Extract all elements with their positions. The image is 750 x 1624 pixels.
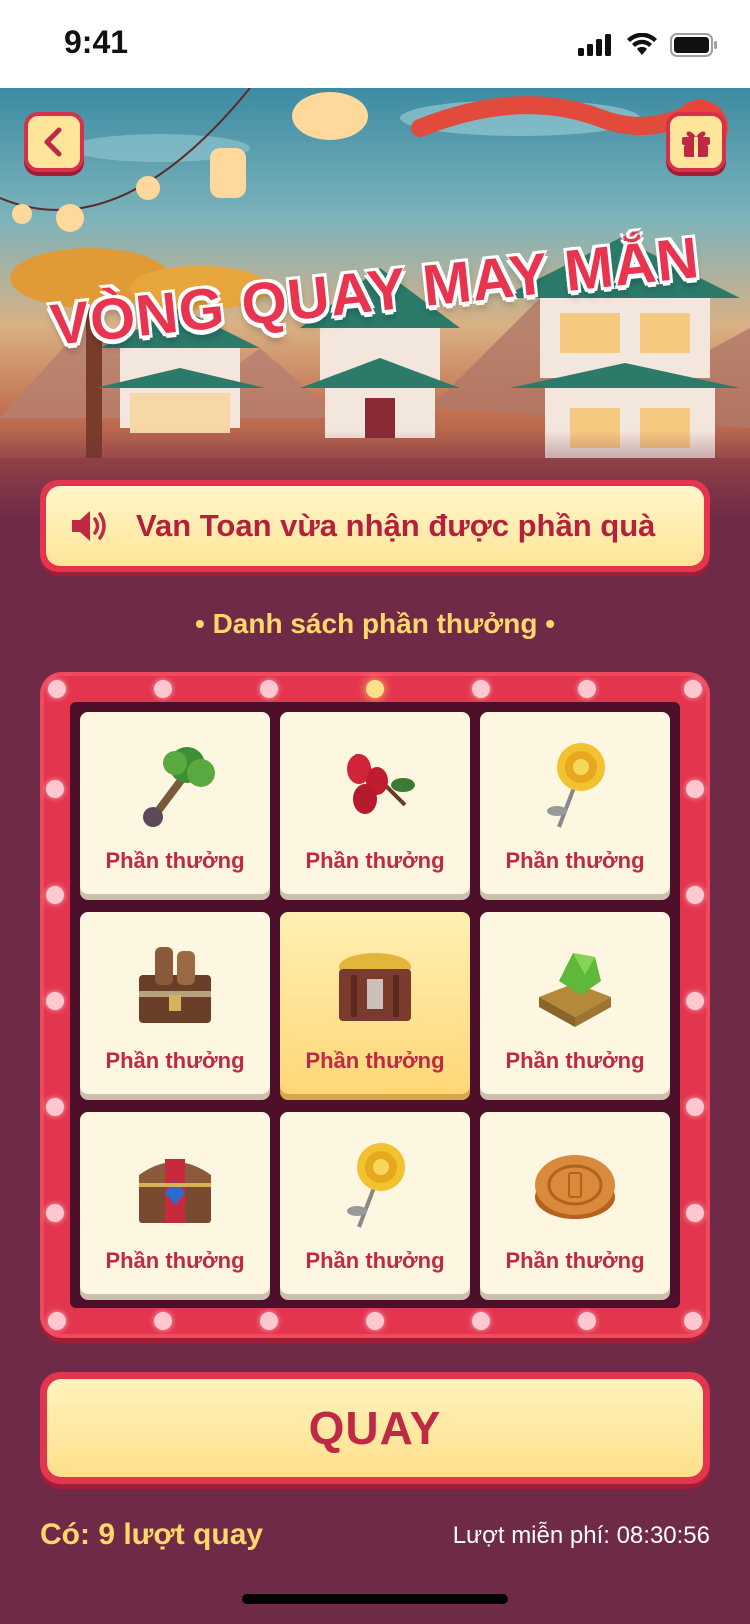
board-bulb	[684, 1312, 702, 1330]
prize-list-title: • Danh sách phần thưởng •	[194, 608, 556, 639]
prize-cell[interactable]: Phần thưởng	[280, 712, 470, 894]
prize-label: Phần thưởng	[105, 1048, 245, 1073]
board-bulb	[578, 1312, 596, 1330]
board-bulb	[366, 1312, 384, 1330]
board-bulb	[48, 680, 66, 698]
hero-banner: VÒNG QUAY MAY MẮN	[0, 88, 750, 520]
gift-button[interactable]	[666, 112, 726, 172]
board-bulb	[686, 1098, 704, 1116]
prize-board: Phần thưởng Phần thưởng Phần thưởng Phần…	[40, 672, 710, 1338]
spin-button[interactable]: QUAY	[40, 1372, 710, 1484]
gift-icon	[682, 131, 710, 157]
turns-count: Có: 9 lượt quay	[40, 1518, 264, 1551]
prize-label: Phần thưởng	[305, 848, 445, 873]
board-bulb	[366, 680, 384, 698]
home-indicator	[242, 1594, 508, 1604]
gold-flower-icon	[547, 743, 605, 828]
status-icons	[578, 30, 718, 60]
mooncake-icon	[535, 1155, 615, 1219]
jade-stone-icon	[539, 953, 611, 1027]
board-bulb	[46, 992, 64, 1010]
board-bulb	[260, 1312, 278, 1330]
gold-flower-icon	[347, 1143, 405, 1228]
berries-icon	[347, 753, 415, 814]
prize-label: Phần thưởng	[105, 1248, 245, 1273]
prize-label: Phần thưởng	[505, 1248, 645, 1273]
status-bar: 9:41	[0, 0, 750, 88]
board-bulb	[46, 1204, 64, 1222]
announcement-text: Van Toan vừa nhận được phần quà	[136, 508, 656, 543]
board-bulb	[260, 680, 278, 698]
prize-cell-active[interactable]: Phần thưởng	[280, 912, 470, 1094]
board-bulb	[686, 886, 704, 904]
chevron-left-icon	[44, 127, 62, 157]
prize-cell[interactable]: Phần thưởng	[480, 1112, 670, 1294]
board-bulb	[684, 680, 702, 698]
prize-cell[interactable]: Phần thưởng	[480, 712, 670, 894]
board-bulb	[472, 680, 490, 698]
prize-grid-frame: Phần thưởng Phần thưởng Phần thưởng Phần…	[70, 702, 680, 1308]
back-button[interactable]	[24, 112, 84, 172]
battery-icon	[670, 33, 717, 57]
board-bulb	[472, 1312, 490, 1330]
prize-cell[interactable]: Phần thưởng	[80, 1112, 270, 1294]
announcement-banner: Van Toan vừa nhận được phần quà	[40, 480, 710, 572]
board-bulb	[686, 992, 704, 1010]
board-bulb	[154, 1312, 172, 1330]
prize-cell[interactable]: Phần thưởng	[80, 912, 270, 1094]
prize-label: Phần thưởng	[305, 1248, 445, 1273]
status-time: 9:41	[64, 24, 129, 60]
wood-chest-icon	[139, 947, 211, 1023]
prize-cell[interactable]: Phần thưởng	[280, 1112, 470, 1294]
prize-cell[interactable]: Phần thưởng	[80, 712, 270, 894]
treasure-chest-icon	[139, 1159, 211, 1223]
speaker-icon	[72, 511, 106, 541]
prize-label: Phần thưởng	[105, 848, 245, 873]
board-bulb	[46, 886, 64, 904]
tree-icon	[143, 747, 215, 827]
prize-grid: Phần thưởng Phần thưởng Phần thưởng Phần…	[80, 712, 670, 1298]
prize-label: Phần thưởng	[505, 848, 645, 873]
board-bulb	[46, 1098, 64, 1116]
prize-cell[interactable]: Phần thưởng	[480, 912, 670, 1094]
prize-label: Phần thưởng	[305, 1048, 445, 1073]
spin-button-label: QUAY	[47, 1379, 703, 1477]
board-bulb	[686, 1204, 704, 1222]
board-bulb	[46, 780, 64, 798]
board-bulb	[686, 780, 704, 798]
board-bulb	[154, 680, 172, 698]
board-bulb	[578, 680, 596, 698]
board-bulb	[48, 1312, 66, 1330]
prize-label: Phần thưởng	[505, 1048, 645, 1073]
wifi-icon	[627, 33, 657, 55]
free-spin-timer: Lượt miễn phí: 08:30:56	[452, 1522, 710, 1549]
gold-chest-icon	[339, 953, 411, 1021]
cellular-signal-icon	[578, 34, 611, 56]
